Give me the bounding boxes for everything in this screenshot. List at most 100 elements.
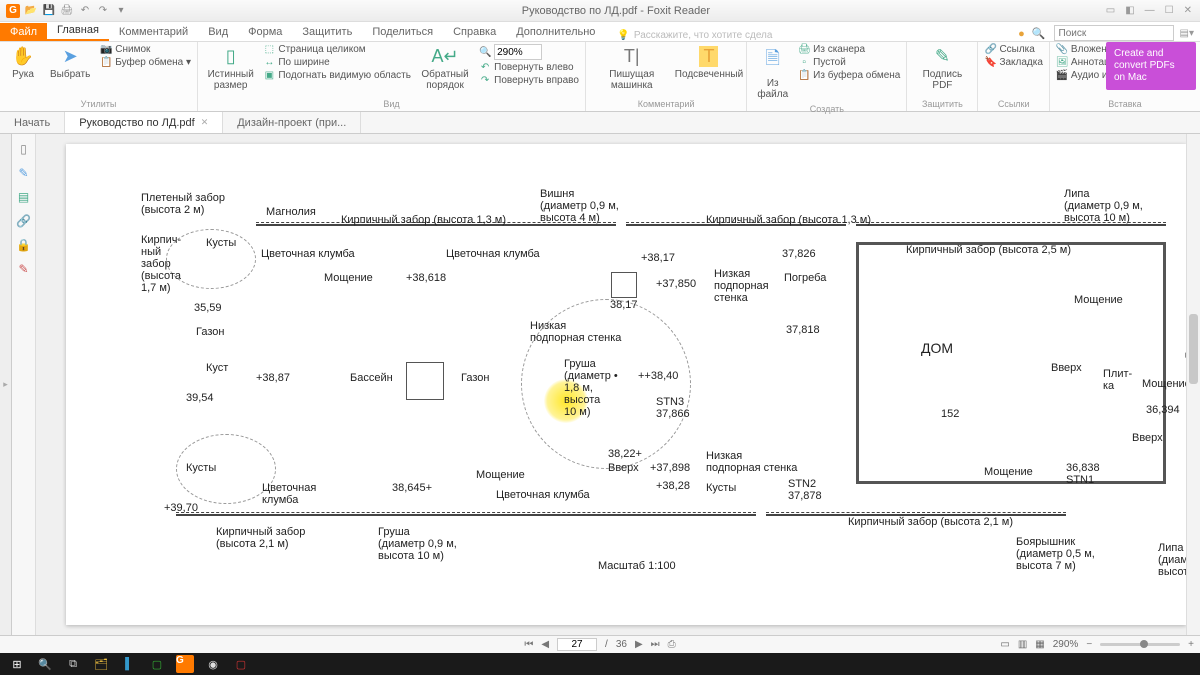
plan-label: +37,850 [656, 278, 696, 290]
page-viewport[interactable]: Плетеный забор (высота 2 м) Магнолия Кир… [36, 134, 1200, 635]
app-icon[interactable]: ▢ [228, 655, 254, 673]
app-icon[interactable]: ▢ [144, 655, 170, 673]
app-icon[interactable]: ▌ [116, 655, 142, 673]
plan-label: Вишня (диаметр 0,9 м, высота 4 м) [540, 188, 619, 224]
actual-size[interactable]: ▯Истинный размер [204, 44, 257, 93]
rotate-right[interactable]: ↷Повернуть вправо [479, 75, 579, 86]
foxit-taskbar-icon[interactable]: G [172, 655, 198, 673]
qat-more-icon[interactable]: ▾ [114, 4, 128, 18]
zoom-slider[interactable] [1100, 643, 1180, 646]
attachments-panel-icon[interactable]: 🔗 [16, 214, 31, 228]
bookmark-button[interactable]: 🔖Закладка [984, 57, 1042, 68]
tab-form[interactable]: Форма [238, 23, 292, 41]
from-file-button[interactable]: 🗎Из файла [753, 44, 792, 102]
search-icon[interactable]: 🔍 [1032, 28, 1046, 40]
last-page-icon[interactable]: ⏭ [651, 639, 660, 650]
from-scanner[interactable]: 🖨Из сканера [798, 44, 900, 55]
search-menu-icon[interactable]: ▤▾ [1180, 28, 1194, 39]
bookmarks-panel-icon[interactable]: ▯ [20, 142, 27, 156]
close-icon[interactable]: ✕ [1184, 5, 1192, 16]
header-icons: ● 🔍 [1016, 27, 1047, 40]
start-button[interactable]: ⊞ [4, 655, 30, 673]
zoom-combo[interactable]: 🔍 [479, 44, 579, 60]
tab-help[interactable]: Справка [443, 23, 506, 41]
tab-file[interactable]: Файл [0, 23, 47, 41]
signatures-panel-icon[interactable]: ✎ [18, 262, 28, 276]
search-taskbar-icon[interactable]: 🔍 [32, 655, 58, 673]
pages-panel-icon[interactable]: ✎ [18, 166, 28, 180]
from-clipboard[interactable]: 📋Из буфера обмена [798, 70, 900, 81]
minimize-icon[interactable]: — [1145, 5, 1155, 16]
print-icon[interactable]: 🖨 [60, 4, 74, 18]
status-bar: ⏮ ◀ / 36 ▶ ⏭ ⎙ ▭ ▥ ▦ 290% − + [0, 635, 1200, 653]
typewriter-button[interactable]: T|Пишущая машинка [592, 44, 672, 93]
chrome-icon[interactable]: ◉ [200, 655, 226, 673]
fit-visible[interactable]: ▣Подогнать видимую область [263, 70, 411, 81]
prev-page-icon[interactable]: ◀ [541, 639, 549, 650]
tab-comment[interactable]: Комментарий [109, 23, 198, 41]
select-tool[interactable]: ➤Выбрать [46, 44, 94, 82]
redo-icon[interactable]: ↷ [96, 4, 110, 18]
plan-label: Кирпичный забор (высота 2,1 м) [848, 516, 1013, 528]
clipboard-button[interactable]: 📋Буфер обмена ▾ [100, 57, 191, 68]
group-label: Вставка [1056, 97, 1194, 111]
zoom-thumb[interactable] [1140, 640, 1148, 648]
tab-protect[interactable]: Защитить [292, 23, 362, 41]
taskview-icon[interactable]: ⧉ [60, 655, 86, 673]
reflow-icon: A↵ [432, 46, 459, 67]
tell-me[interactable]: 💡Расскажите, что хотите сдела [617, 30, 772, 41]
save-icon[interactable]: 💾 [42, 4, 56, 18]
close-tab-icon[interactable]: ✕ [201, 117, 209, 128]
tell-me-text: Расскажите, что хотите сдела [634, 30, 773, 41]
doctab-guide[interactable]: Руководство по ЛД.pdf✕ [65, 112, 223, 133]
rotate-left[interactable]: ↶Повернуть влево [479, 62, 579, 73]
maximize-icon[interactable]: ☐ [1165, 5, 1174, 16]
panel-expand[interactable]: ▸ [0, 134, 12, 635]
first-page-icon[interactable]: ⏮ [524, 639, 533, 650]
zoom-in-icon[interactable]: + [1188, 639, 1194, 650]
tab-share[interactable]: Поделиться [362, 23, 443, 41]
plan-label: Газон [461, 372, 489, 384]
convert-pdf-promo[interactable]: Create and convert PDFs on Mac [1106, 42, 1196, 90]
plan-label: +38,28 [656, 480, 690, 492]
camera-icon: 📷 [100, 44, 112, 55]
reflow-button[interactable]: A↵Обратный порядок [417, 44, 473, 93]
page-number-input[interactable] [557, 638, 597, 651]
highlight-button[interactable]: TПодсвеченный [678, 44, 741, 82]
page-sep: / [605, 639, 608, 650]
view-mode-icon[interactable]: ▦ [1035, 639, 1044, 650]
vertical-scrollbar[interactable] [1186, 134, 1200, 635]
zoom-out-icon[interactable]: − [1086, 639, 1092, 650]
tab-home[interactable]: Главная [47, 21, 109, 41]
sign-icon: ✎ [935, 46, 950, 67]
doctab-design[interactable]: Дизайн-проект (при... [223, 112, 361, 133]
scroll-thumb[interactable] [1189, 314, 1198, 384]
notify-icon[interactable]: ● [1018, 28, 1025, 40]
view-mode-icon[interactable]: ▥ [1018, 639, 1027, 650]
fit-width[interactable]: ↔По ширине [263, 57, 411, 68]
plan-label: Плетеный забор (высота 2 м) [141, 192, 225, 216]
search-input[interactable] [1054, 25, 1174, 41]
tab-view[interactable]: Вид [198, 23, 238, 41]
hand-tool[interactable]: ✋Рука [6, 44, 40, 82]
ribbon: ✋Рука ➤Выбрать 📷Снимок 📋Буфер обмена ▾ У… [0, 42, 1200, 112]
undo-icon[interactable]: ↶ [78, 4, 92, 18]
doctab-start[interactable]: Начать [0, 112, 65, 133]
skin-icon[interactable]: ◧ [1125, 5, 1134, 16]
ribbon-min-icon[interactable]: ▭ [1106, 5, 1115, 16]
nav-extra-icon[interactable]: ⎙ [668, 639, 676, 650]
whole-page[interactable]: ⬚Страница целиком [263, 44, 411, 55]
sign-button[interactable]: ✎Подпись PDF [913, 44, 971, 93]
snapshot-button[interactable]: 📷Снимок [100, 44, 191, 55]
blank-page[interactable]: ▫Пустой [798, 57, 900, 68]
open-icon[interactable]: 📂 [24, 4, 38, 18]
link-button[interactable]: 🔗Ссылка [984, 44, 1042, 55]
zoom-value-input[interactable] [494, 44, 542, 60]
explorer-icon[interactable]: 🗂 [88, 655, 114, 673]
next-page-icon[interactable]: ▶ [635, 639, 643, 650]
tab-extra[interactable]: Дополнительно [506, 23, 605, 41]
group-tools: ✋Рука ➤Выбрать 📷Снимок 📋Буфер обмена ▾ У… [0, 42, 198, 111]
security-panel-icon[interactable]: 🔒 [16, 238, 31, 252]
view-mode-icon[interactable]: ▭ [1000, 639, 1009, 650]
comments-panel-icon[interactable]: ▤ [18, 190, 29, 204]
